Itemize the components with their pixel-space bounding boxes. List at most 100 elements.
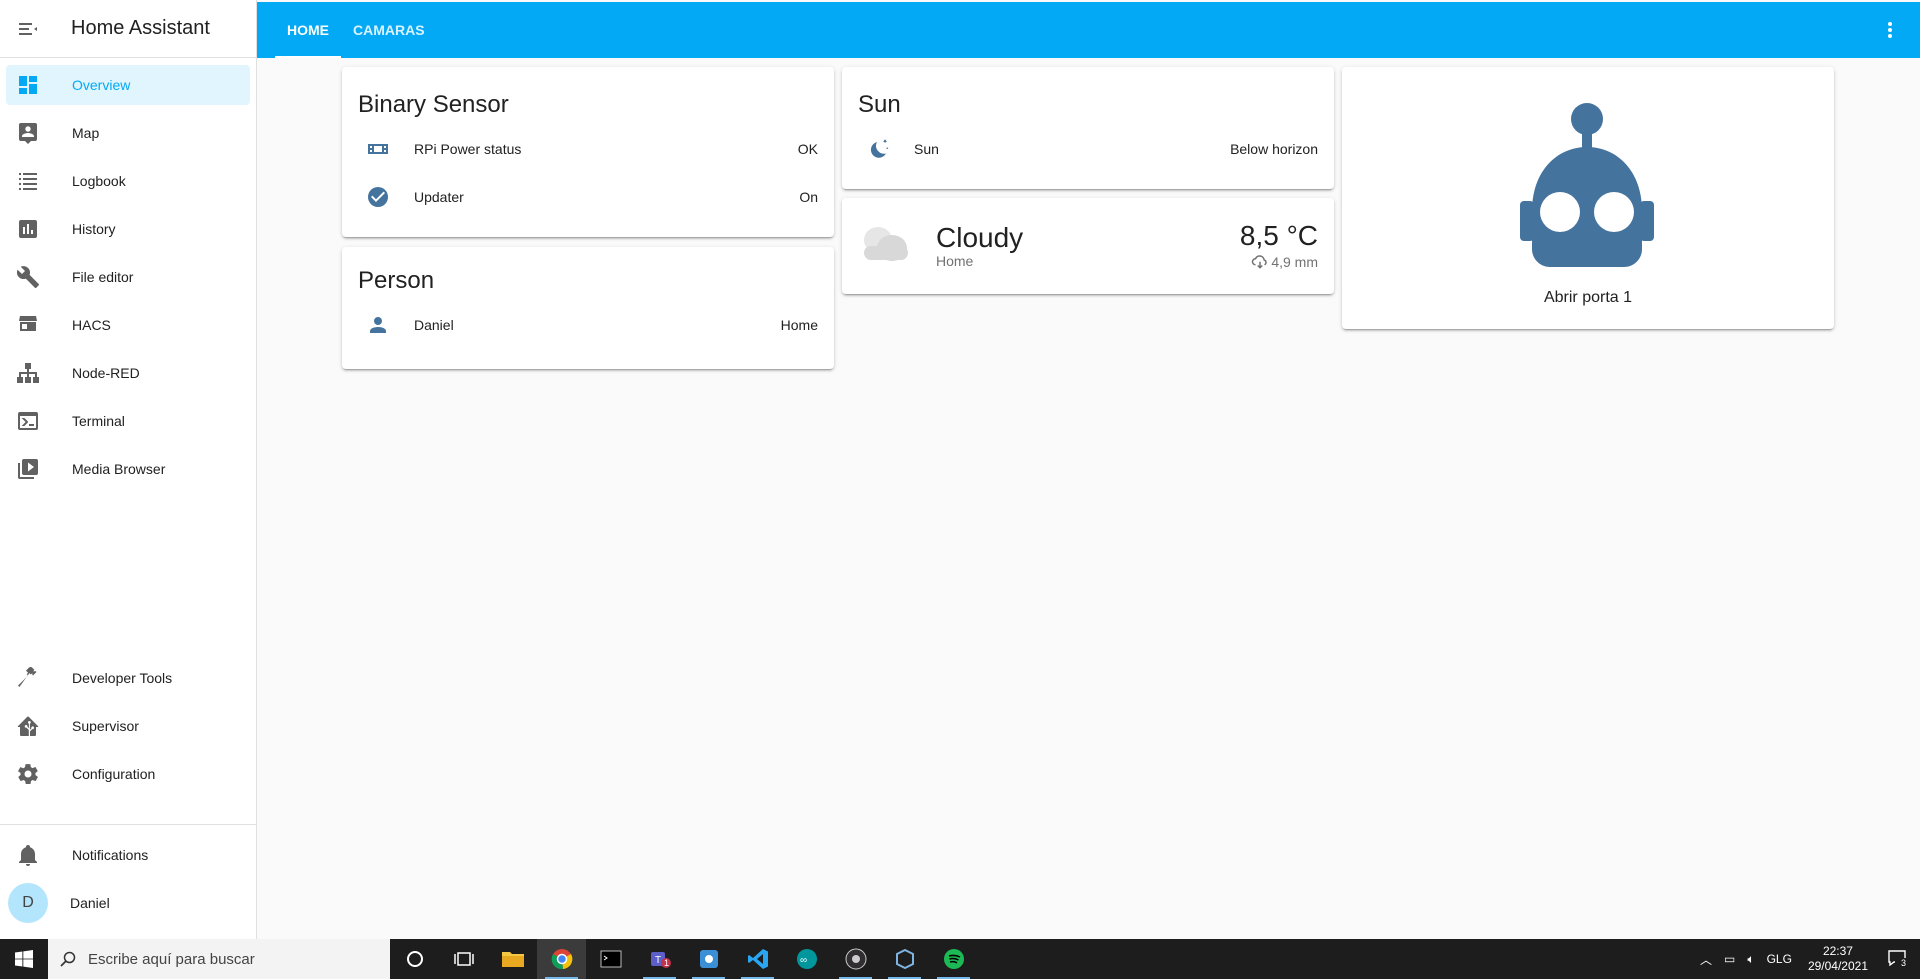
svg-text:T: T: [655, 955, 661, 966]
card-title: Sun: [858, 91, 901, 118]
entity-state: Below horizon: [1230, 141, 1318, 157]
weather-card[interactable]: Cloudy Home 8,5 °C 4,9 mm: [842, 198, 1334, 294]
file-explorer-icon[interactable]: [488, 939, 537, 979]
sidebar-item-label: Configuration: [72, 766, 156, 782]
binary-sensor-card: Binary Sensor RPi Power status OK Update…: [342, 67, 834, 237]
chrome-icon[interactable]: [537, 939, 586, 979]
taskbar-search[interactable]: Escribe aquí para buscar: [48, 939, 390, 979]
virtualbox-icon[interactable]: [880, 939, 929, 979]
weather-location: Home: [936, 253, 974, 269]
person-card: Person Daniel Home: [342, 247, 834, 369]
clock[interactable]: 22:37 29/04/2021: [1798, 944, 1878, 974]
spotify-icon[interactable]: [929, 939, 978, 979]
cortana-icon[interactable]: [390, 939, 439, 979]
raspberry-icon: [358, 137, 398, 161]
vscode-icon[interactable]: [733, 939, 782, 979]
entity-name: Sun: [914, 141, 939, 157]
arduino-icon[interactable]: ∞: [782, 939, 831, 979]
search-icon: [48, 951, 88, 967]
button-card-abrir-porta[interactable]: Abrir porta 1: [1342, 67, 1834, 329]
sidebar-item-history[interactable]: History: [6, 209, 250, 249]
more-vert-icon[interactable]: [1878, 18, 1902, 42]
sitemap-icon: [8, 361, 48, 385]
sidebar-item-developer-tools[interactable]: Developer Tools: [6, 658, 250, 698]
cloudy-icon: [858, 220, 914, 273]
tab-home[interactable]: HOME: [275, 2, 341, 58]
app-icon-paint[interactable]: [684, 939, 733, 979]
sidebar-item-notifications[interactable]: Notifications: [6, 835, 250, 875]
sidebar-item-label: Notifications: [72, 847, 149, 863]
menu-toggle-icon[interactable]: [0, 0, 56, 58]
svg-text:∞: ∞: [800, 955, 807, 966]
sidebar-item-label: Developer Tools: [72, 670, 173, 686]
sidebar-item-label: Node-RED: [72, 365, 140, 381]
map-account-icon: [8, 121, 48, 145]
view-tabs: HOME CAMARAS: [275, 2, 437, 58]
sidebar-item-overview[interactable]: Overview: [6, 65, 250, 105]
language-indicator[interactable]: GLG: [1761, 952, 1798, 966]
dashboard-icon: [8, 73, 48, 97]
sidebar-item-label: HACS: [72, 317, 111, 333]
app-header: HOME CAMARAS: [257, 2, 1920, 58]
wrench-icon: [8, 265, 48, 289]
sidebar-item-supervisor[interactable]: Supervisor: [6, 706, 250, 746]
sidebar-item-media-browser[interactable]: Media Browser: [6, 449, 250, 489]
obs-icon[interactable]: [831, 939, 880, 979]
entity-row[interactable]: RPi Power status OK: [342, 125, 834, 173]
chevron-up-icon[interactable]: ︿: [1694, 951, 1718, 968]
cog-icon: [8, 762, 48, 786]
entity-state: On: [799, 189, 818, 205]
entity-name: RPi Power status: [414, 141, 522, 157]
card-title: Binary Sensor: [358, 91, 509, 118]
sidebar-item-label: Supervisor: [72, 718, 139, 734]
sidebar-item-profile[interactable]: D Daniel: [6, 883, 250, 923]
weather-temperature: 8,5 °C: [1239, 219, 1318, 251]
check-circle-icon: [358, 185, 398, 209]
windows-start-icon[interactable]: [0, 939, 48, 979]
notification-count: 3: [1894, 957, 1912, 968]
robot-icon: [1492, 101, 1682, 276]
entity-row[interactable]: Updater On: [342, 173, 834, 221]
volume-icon[interactable]: 🔈︎: [1741, 952, 1760, 967]
sidebar-item-label: Daniel: [70, 895, 110, 911]
console-icon: [8, 409, 48, 433]
entity-row[interactable]: Daniel Home: [342, 301, 834, 349]
sidebar-item-label: History: [72, 221, 116, 237]
sidebar-item-configuration[interactable]: Configuration: [6, 754, 250, 794]
card-title: Person: [358, 267, 435, 294]
battery-icon[interactable]: ▭: [1718, 952, 1741, 966]
search-placeholder: Escribe aquí para buscar: [88, 950, 255, 968]
sidebar-item-logbook[interactable]: Logbook: [6, 161, 250, 201]
sidebar-item-terminal[interactable]: Terminal: [6, 401, 250, 441]
entity-state: Home: [780, 317, 818, 333]
sidebar-item-node-red[interactable]: Node-RED: [6, 353, 250, 393]
sidebar-item-label: Terminal: [72, 413, 125, 429]
task-view-icon[interactable]: [439, 939, 488, 979]
precipitation-icon: [1251, 252, 1269, 273]
weather-night-icon: [858, 137, 898, 161]
sidebar: Home Assistant Overview Map Logbook Hist…: [0, 0, 257, 939]
button-label: Abrir porta 1: [1543, 289, 1633, 306]
sidebar-item-hacs[interactable]: HACS: [6, 305, 250, 345]
windows-taskbar: Escribe aquí para buscar T1 ∞ ︿ ▭ 🔈︎ GLG…: [0, 939, 1920, 979]
entity-name: Updater: [414, 189, 464, 205]
sidebar-item-label: File editor: [72, 269, 134, 285]
action-center-icon[interactable]: 3: [1878, 949, 1920, 969]
sun-card: Sun Sun Below horizon: [842, 67, 1334, 189]
play-box-icon: [8, 457, 48, 481]
list-icon: [8, 169, 48, 193]
sidebar-item-label: Map: [72, 125, 100, 141]
avatar: D: [8, 883, 48, 923]
tab-camaras[interactable]: CAMARAS: [341, 2, 437, 58]
system-tray: ︿ ▭ 🔈︎ GLG 22:37 29/04/2021 3: [1694, 939, 1920, 979]
entity-row[interactable]: Sun Below horizon: [842, 125, 1334, 173]
teams-badge: 1: [664, 958, 670, 968]
sidebar-item-label: Media Browser: [72, 461, 166, 477]
teams-icon[interactable]: T1: [635, 939, 684, 979]
terminal-app-icon[interactable]: [586, 939, 635, 979]
app-title: Home Assistant: [71, 17, 210, 39]
sidebar-item-file-editor[interactable]: File editor: [6, 257, 250, 297]
account-icon: [358, 313, 398, 337]
sidebar-item-map[interactable]: Map: [6, 113, 250, 153]
chart-box-icon: [8, 217, 48, 241]
